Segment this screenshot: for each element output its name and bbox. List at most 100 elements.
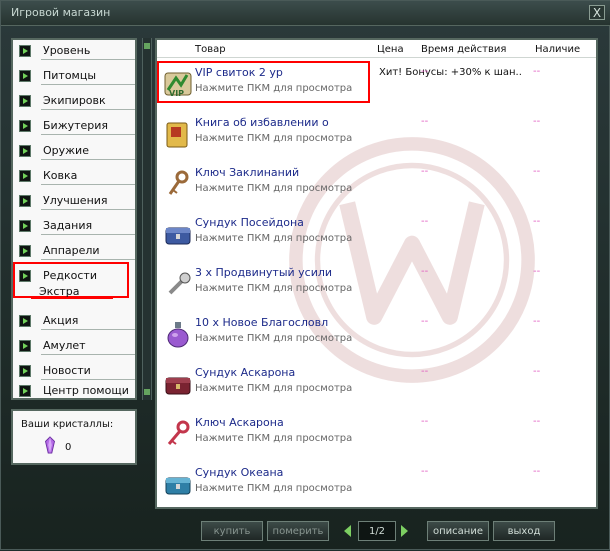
key-icon	[167, 420, 190, 445]
category-amulet[interactable]: Амулет	[17, 337, 135, 355]
item-name: Сундук Посейдона	[195, 216, 304, 229]
item-row-blessing[interactable]: 10 x Новое Благословл Нажмите ПКМ для пр…	[157, 311, 596, 361]
category-label: Аппарели	[43, 244, 100, 257]
potion-icon	[167, 322, 189, 348]
arrow-icon	[19, 365, 31, 377]
try-on-button[interactable]: померить	[267, 521, 329, 541]
arrow-icon	[19, 95, 31, 107]
category-list: Уровень Питомцы Экипировк Бижутерия Оруж…	[11, 38, 137, 400]
splitter-up-icon	[144, 43, 150, 49]
item-stock: --	[533, 266, 541, 277]
item-name: 3 x Продвинутый усили	[195, 266, 333, 279]
category-upgrades[interactable]: Улучшения	[17, 192, 135, 210]
category-promo[interactable]: Акция	[17, 312, 135, 330]
arrow-icon	[19, 245, 31, 257]
close-button[interactable]: X	[589, 5, 605, 20]
item-hint: Нажмите ПКМ для просмотра	[195, 383, 353, 394]
selected-item-highlight	[157, 61, 370, 103]
item-duration: --	[421, 216, 429, 227]
category-label: Новости	[43, 364, 91, 377]
category-jewelry[interactable]: Бижутерия	[17, 117, 135, 135]
exit-button[interactable]: выход	[493, 521, 555, 541]
item-hint: Нажмите ПКМ для просмотра	[195, 183, 353, 194]
item-duration: --	[421, 366, 429, 377]
category-label: Акция	[43, 314, 79, 327]
item-stock: --	[533, 116, 541, 127]
crystal-count: 0	[65, 442, 72, 453]
key-icon	[168, 170, 189, 195]
item-hint: Нажмите ПКМ для просмотра	[195, 333, 353, 344]
arrow-icon	[19, 120, 31, 132]
category-label: Задания	[43, 219, 93, 232]
item-duration: --	[421, 316, 429, 327]
category-label: Оружие	[43, 144, 89, 157]
arrow-icon	[19, 195, 31, 207]
item-name: Ключ Заклинаний	[195, 166, 300, 179]
item-duration: --	[421, 116, 429, 127]
arrow-icon	[19, 145, 31, 157]
item-name: 10 x Новое Благословл	[195, 316, 329, 329]
arrow-icon	[19, 270, 31, 282]
buy-button[interactable]: купить	[201, 521, 263, 541]
item-row-book[interactable]: Книга об избавлении о Нажмите ПКМ для пр…	[157, 111, 596, 161]
category-label: Редкости	[43, 269, 97, 282]
category-quests[interactable]: Задания	[17, 217, 135, 235]
item-row-spell-key[interactable]: Ключ Заклинаний Нажмите ПКМ для просмотр…	[157, 161, 596, 211]
category-equipment[interactable]: Экипировк	[17, 92, 135, 110]
category-label: Уровень	[43, 44, 91, 57]
item-hint: Нажмите ПКМ для просмотра	[195, 283, 353, 294]
category-rarities[interactable]: Редкости	[17, 267, 133, 285]
chest-icon	[165, 377, 191, 395]
category-help-center[interactable]: Центр помощи	[17, 382, 133, 400]
item-stock: --	[533, 66, 541, 77]
item-hint: Нажмите ПКМ для просмотра	[195, 433, 353, 444]
arrow-icon	[19, 220, 31, 232]
item-row-askaron-chest[interactable]: Сундук Аскарона Нажмите ПКМ для просмотр…	[157, 361, 596, 411]
crystal-balance: Ваши кристаллы: 0	[11, 409, 137, 465]
crystal-icon	[45, 436, 55, 454]
item-hint: Нажмите ПКМ для просмотра	[195, 233, 353, 244]
header-price: Цена	[377, 44, 404, 55]
item-name: Ключ Аскарона	[195, 416, 284, 429]
item-row-askaron-key[interactable]: Ключ Аскарона Нажмите ПКМ для просмотра …	[157, 411, 596, 461]
item-stock: --	[533, 466, 541, 477]
category-label: Амулет	[43, 339, 86, 352]
splitter-down-icon	[144, 389, 150, 395]
bottom-toolbar: купить померить 1/2 описание выход	[1, 513, 610, 551]
category-weapons[interactable]: Оружие	[17, 142, 135, 160]
crystal-label: Ваши кристаллы:	[21, 419, 114, 430]
category-label: Ковка	[43, 169, 78, 182]
window-title: Игровой магазин	[11, 6, 111, 19]
item-duration: --	[421, 66, 429, 77]
arrow-icon	[19, 45, 31, 57]
item-duration: --	[421, 166, 429, 177]
category-news[interactable]: Новости	[17, 362, 135, 380]
arrow-icon	[19, 315, 31, 327]
page-indicator: 1/2	[358, 521, 396, 541]
item-list-panel: Товар Цена Время действия Наличие VIP VI…	[155, 38, 598, 509]
header-item: Товар	[195, 44, 226, 55]
subcategory-underline	[31, 297, 113, 299]
category-forging[interactable]: Ковка	[17, 167, 135, 185]
header-duration: Время действия	[421, 44, 507, 55]
item-stock: --	[533, 316, 541, 327]
description-button[interactable]: описание	[427, 521, 489, 541]
arrow-icon	[19, 340, 31, 352]
category-level[interactable]: Уровень	[17, 42, 135, 60]
next-page-button[interactable]	[401, 525, 408, 537]
shop-window: Игровой магазин X Уровень Питомцы Экипир…	[0, 0, 610, 550]
category-apparel[interactable]: Аппарели	[17, 242, 135, 260]
category-label: Экипировк	[43, 94, 106, 107]
item-row-poseidon-chest[interactable]: Сундук Посейдона Нажмите ПКМ для просмот…	[157, 211, 596, 261]
item-duration: --	[421, 416, 429, 427]
item-duration: --	[421, 266, 429, 277]
item-duration: --	[421, 466, 429, 477]
item-row-ocean-chest[interactable]: Сундук Океана Нажмите ПКМ для просмотра …	[157, 461, 596, 507]
item-name: Сундук Океана	[195, 466, 284, 479]
category-pets[interactable]: Питомцы	[17, 67, 135, 85]
prev-page-button[interactable]	[344, 525, 351, 537]
panel-splitter[interactable]	[142, 38, 152, 400]
chest-icon	[165, 477, 191, 495]
item-row-amplifier[interactable]: 3 x Продвинутый усили Нажмите ПКМ для пр…	[157, 261, 596, 311]
item-stock: --	[533, 166, 541, 177]
